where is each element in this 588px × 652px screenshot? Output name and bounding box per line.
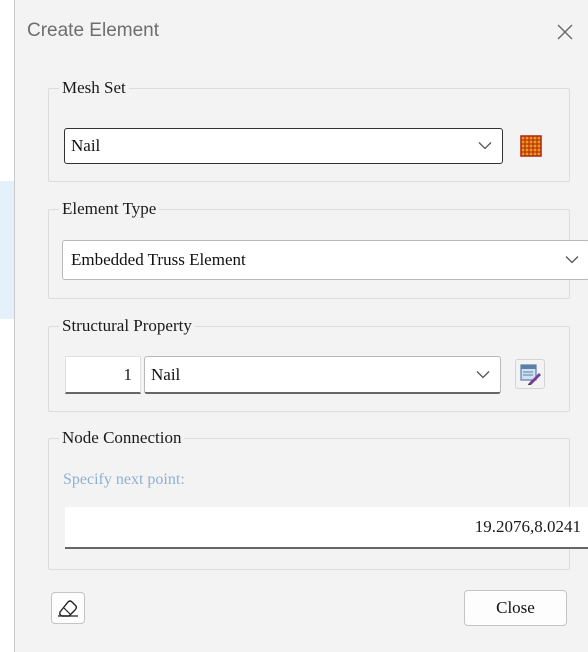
structural-property-legend: Structural Property	[62, 316, 192, 335]
structural-property-value: Nail	[151, 364, 181, 384]
element-type-legend: Element Type	[62, 199, 157, 218]
title-bar[interactable]: Create Element	[15, 0, 588, 62]
close-button-label: Close	[496, 598, 535, 617]
create-element-dialog: Create Element Mesh Set Nail Element Typ…	[14, 0, 588, 652]
mesh-set-legend: Mesh Set	[62, 78, 126, 97]
mesh-set-grid-button[interactable]	[517, 132, 545, 160]
mesh-set-dropdown[interactable]: Nail	[64, 128, 503, 164]
element-type-value: Embedded Truss Element	[71, 250, 246, 269]
chevron-down-icon	[565, 256, 579, 264]
property-id-value: 1	[123, 364, 133, 384]
coordinate-value: 19.2076,8.0241	[474, 517, 581, 536]
chevron-down-icon	[476, 370, 490, 378]
mesh-set-value: Nail	[71, 136, 101, 155]
mesh-grid-icon	[520, 135, 542, 157]
command-prompt: Specify next point:	[63, 471, 185, 488]
coordinate-input[interactable]: 19.2076,8.0241	[65, 507, 588, 549]
close-window-button[interactable]	[547, 14, 583, 50]
property-edit-button[interactable]	[515, 359, 545, 389]
property-id-field[interactable]: 1	[65, 356, 141, 394]
close-button[interactable]: Close	[464, 590, 567, 626]
property-edit-icon	[520, 364, 541, 385]
close-icon	[557, 24, 573, 40]
background-window-strip	[0, 181, 14, 319]
structural-property-dropdown[interactable]: Nail	[144, 356, 501, 394]
eraser-icon	[58, 600, 78, 617]
eraser-button[interactable]	[51, 592, 85, 624]
element-type-dropdown[interactable]: Embedded Truss Element	[62, 240, 588, 280]
node-connection-legend: Node Connection	[62, 428, 182, 447]
chevron-down-icon	[478, 142, 492, 150]
dialog-title: Create Element	[27, 20, 160, 41]
